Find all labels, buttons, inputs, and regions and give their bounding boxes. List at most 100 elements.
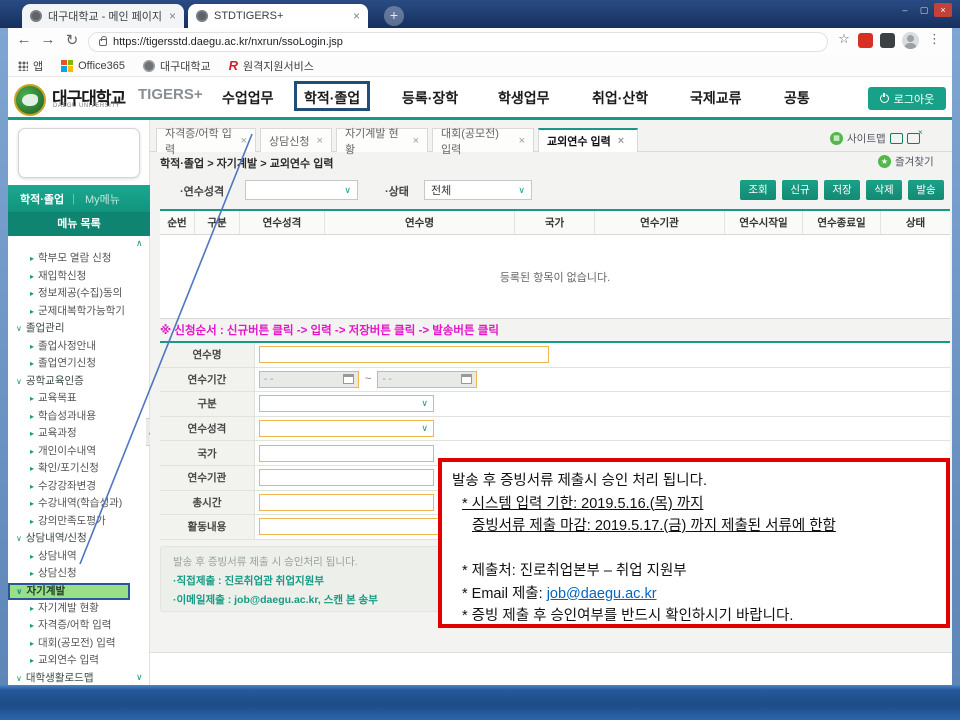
sidebar-item[interactable]: ▸재입학신청 bbox=[8, 268, 150, 286]
sidebar-item[interactable]: ▸개인이수내역 bbox=[8, 443, 150, 461]
status-select[interactable]: 전체 ∨ bbox=[424, 180, 532, 200]
email-link[interactable]: job@daegu.ac.kr bbox=[547, 586, 657, 602]
sidebar-item[interactable]: ▸자격증/어학 입력 bbox=[8, 617, 150, 635]
query-button[interactable]: 조회 bbox=[740, 180, 776, 200]
training-type-select[interactable]: ∨ bbox=[245, 180, 358, 200]
extension-icon[interactable] bbox=[880, 33, 895, 48]
sidebar-section-abeek[interactable]: ∨공학교육인증 bbox=[8, 373, 150, 391]
nav-item-registration-scholarship[interactable]: 등록·장학 bbox=[402, 88, 458, 108]
nav-item-employment[interactable]: 취업·산학 bbox=[592, 88, 648, 108]
send-button[interactable]: 발송 bbox=[908, 180, 944, 200]
sidebar-tab-mymenu[interactable]: My메뉴 bbox=[75, 191, 120, 207]
col-header[interactable]: 연수성격 bbox=[240, 211, 325, 234]
window-minimize-button[interactable]: – bbox=[896, 3, 914, 17]
sidebar-item[interactable]: ▸학습성과내용 bbox=[8, 408, 150, 426]
sidebar-item[interactable]: ▸수강내역(학습성과) bbox=[8, 495, 150, 513]
url-input[interactable]: https://tigersstd.daegu.ac.kr/nxrun/ssoL… bbox=[88, 32, 828, 52]
back-icon[interactable]: ← bbox=[14, 31, 34, 48]
browser-menu-icon[interactable]: ⋮ bbox=[928, 31, 941, 47]
tab-close-icon[interactable]: × bbox=[241, 135, 247, 147]
menu-scroll-up-icon[interactable]: ∧ bbox=[136, 238, 143, 249]
nav-item-international[interactable]: 국제교류 bbox=[690, 88, 742, 108]
col-header[interactable]: 상태 bbox=[881, 211, 950, 234]
sidebar-section-self-development[interactable]: ∨자기계발 bbox=[8, 583, 130, 600]
delete-button[interactable]: 삭제 bbox=[866, 180, 902, 200]
window-close-button[interactable]: × bbox=[934, 3, 952, 17]
browser-tab-stdtigers[interactable]: STDTIGERS+ × bbox=[188, 4, 368, 28]
tab-close-icon[interactable]: × bbox=[519, 135, 525, 147]
start-date-input[interactable]: - - bbox=[259, 371, 359, 388]
sidebar-section-graduation[interactable]: ∨졸업관리 bbox=[8, 320, 150, 338]
sidebar-item[interactable]: ▸확인/포기신청 bbox=[8, 460, 150, 478]
save-button[interactable]: 저장 bbox=[824, 180, 860, 200]
bookmark-remote-support[interactable]: R 원격지원서비스 bbox=[229, 58, 314, 74]
bookmark-office365[interactable]: Office365 bbox=[61, 60, 125, 72]
chevron-down-icon: ∨ bbox=[16, 534, 22, 543]
bookmark-daegu-univ[interactable]: 대구대학교 bbox=[143, 58, 211, 74]
new-button[interactable]: 신규 bbox=[782, 180, 818, 200]
sidebar-item-label: 확인/포기신청 bbox=[38, 462, 99, 474]
tab-close-icon[interactable]: × bbox=[413, 135, 419, 147]
browser-tab-daegu-main[interactable]: 대구대학교 - 메인 페이지 × bbox=[22, 4, 184, 28]
country-input[interactable] bbox=[259, 445, 434, 462]
tab-close-icon[interactable]: × bbox=[316, 135, 322, 147]
tab-close-icon[interactable]: × bbox=[353, 9, 360, 23]
col-header[interactable]: 국가 bbox=[515, 211, 595, 234]
sidebar-item[interactable]: ▸교육과정 bbox=[8, 425, 150, 443]
training-name-input[interactable] bbox=[259, 346, 549, 363]
tab-close-icon[interactable]: × bbox=[169, 9, 176, 23]
sidebar-section-counsel[interactable]: ∨상담내역/신청 bbox=[8, 530, 150, 548]
sidebar-item[interactable]: ▸학부모 열람 신청 bbox=[8, 250, 150, 268]
logout-button[interactable]: 로그아웃 bbox=[868, 87, 946, 110]
forward-icon[interactable]: → bbox=[38, 31, 58, 48]
close-all-windows-icon[interactable] bbox=[907, 133, 920, 144]
sidebar-item[interactable]: ▸대회(공모전) 입력 bbox=[8, 635, 150, 653]
col-header[interactable]: 연수종료일 bbox=[803, 211, 881, 234]
col-header[interactable]: 구분 bbox=[195, 211, 240, 234]
add-favorite-link[interactable]: ★ 즐겨찾기 bbox=[878, 154, 934, 169]
menu-scroll-down-icon[interactable]: ∨ bbox=[136, 672, 143, 683]
total-hours-input[interactable] bbox=[259, 494, 434, 511]
sidebar-item[interactable]: ▸상담내역 bbox=[8, 548, 150, 566]
col-header[interactable]: 순번 bbox=[160, 211, 195, 234]
sidebar-item[interactable]: ▸강의만족도평가 bbox=[8, 513, 150, 531]
institution-input[interactable] bbox=[259, 469, 434, 486]
nav-item-student-affairs[interactable]: 학생업무 bbox=[498, 88, 550, 108]
calendar-icon[interactable] bbox=[461, 374, 472, 384]
nav-item-common[interactable]: 공통 bbox=[784, 88, 810, 108]
nav-item-records-graduation[interactable]: 학적·졸업 bbox=[304, 88, 360, 108]
nav-item-classes[interactable]: 수업업무 bbox=[222, 88, 274, 108]
sidebar-item[interactable]: ▸수강강좌변경 bbox=[8, 478, 150, 496]
window-maximize-button[interactable]: ▢ bbox=[915, 3, 933, 17]
workspace-tab-certificates[interactable]: 자격증/어학 입력 × bbox=[156, 128, 256, 152]
workspace-tab-selfdev-status[interactable]: 자기계발 현황 × bbox=[336, 128, 428, 152]
reload-icon[interactable]: ↻ bbox=[62, 31, 82, 49]
sitemap-link[interactable]: ▦ 사이트맵 bbox=[830, 131, 920, 146]
sidebar-item[interactable]: ▸졸업연기신청 bbox=[8, 355, 150, 373]
bookmark-star-icon[interactable]: ☆ bbox=[834, 31, 854, 47]
col-header[interactable]: 연수명 bbox=[325, 211, 515, 234]
sidebar-item[interactable]: ▸상담신청 bbox=[8, 565, 150, 583]
end-date-input[interactable]: - - bbox=[377, 371, 477, 388]
sidebar-item[interactable]: ▸교육목표 bbox=[8, 390, 150, 408]
profile-avatar[interactable] bbox=[902, 32, 919, 49]
sidebar-tab-records[interactable]: 학적·졸업 bbox=[8, 191, 72, 207]
workspace-tab-external-training[interactable]: 교외연수 입력 × bbox=[538, 128, 638, 152]
open-window-icon[interactable] bbox=[890, 133, 903, 144]
calendar-icon[interactable] bbox=[343, 374, 354, 384]
col-header[interactable]: 연수시작일 bbox=[725, 211, 803, 234]
workspace-tab-contest[interactable]: 대회(공모전) 입력 × bbox=[432, 128, 534, 152]
col-header[interactable]: 연수기관 bbox=[595, 211, 725, 234]
tab-close-icon[interactable]: × bbox=[618, 135, 624, 147]
pdf-extension-icon[interactable] bbox=[858, 33, 873, 48]
new-tab-button[interactable]: + bbox=[384, 6, 404, 26]
apps-shortcut[interactable]: 앱 bbox=[18, 58, 43, 74]
sidebar-item[interactable]: ▸자기계발 현황 bbox=[8, 600, 150, 618]
sidebar-item[interactable]: ▸정보제공(수집)동의 bbox=[8, 285, 150, 303]
category-select[interactable]: ∨ bbox=[259, 395, 434, 412]
sidebar-item-external-training[interactable]: ▸교외연수 입력 bbox=[8, 652, 150, 670]
sidebar-item[interactable]: ▸군제대복학가능학기 bbox=[8, 303, 150, 321]
training-type-form-select[interactable]: ∨ bbox=[259, 420, 434, 437]
sidebar-item[interactable]: ▸졸업사정안내 bbox=[8, 338, 150, 356]
workspace-tab-counsel[interactable]: 상담신청 × bbox=[260, 128, 332, 152]
